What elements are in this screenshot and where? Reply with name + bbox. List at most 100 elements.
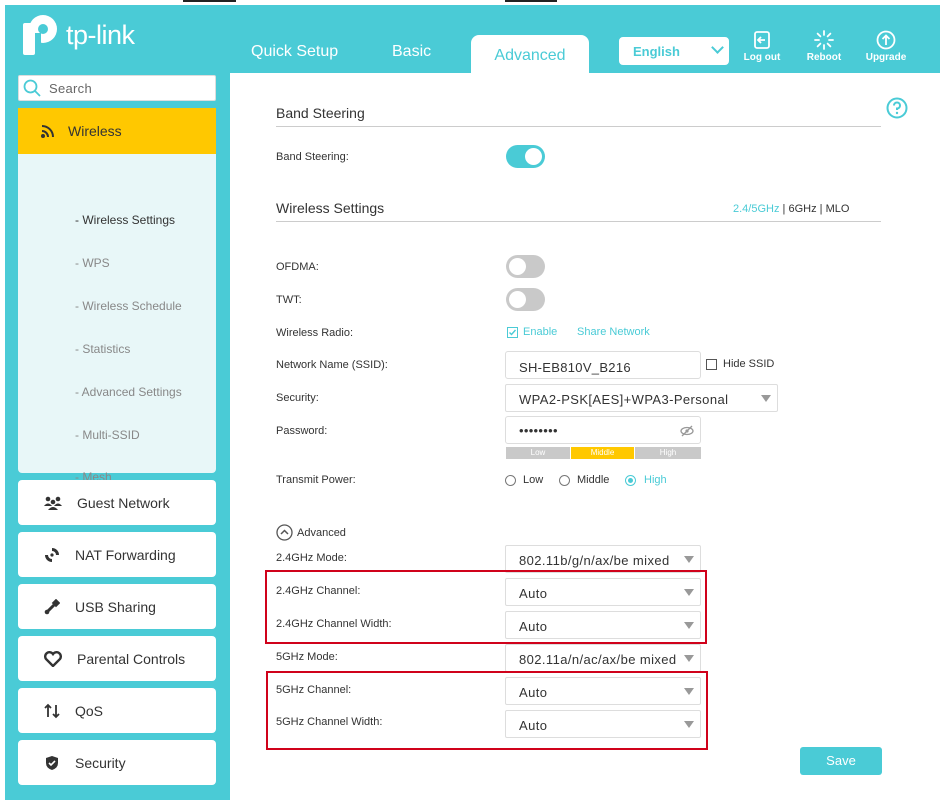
wireless-icon [41, 125, 54, 138]
mode-5-select[interactable]: 802.11a/n/ac/ax/be mixed [505, 644, 701, 672]
band-link-mlo[interactable]: MLO [826, 203, 850, 215]
mode-24-value: 802.11b/g/n/ax/be mixed [519, 553, 670, 568]
section-divider [276, 126, 881, 127]
tab-quick-setup[interactable]: Quick Setup [251, 43, 338, 61]
logout-icon [754, 31, 770, 49]
sidebar-item-security[interactable]: Security [18, 740, 216, 785]
main-content: Band Steering Band Steering: Wireless Se… [230, 73, 940, 800]
language-select[interactable]: English [619, 37, 729, 65]
security-label: Security [75, 754, 126, 771]
mode-5-value: 802.11a/n/ac/ax/be mixed [519, 652, 677, 667]
band-steering-label: Band Steering: [276, 151, 349, 163]
search-input[interactable]: Search [18, 75, 216, 101]
sidebar-item-qos[interactable]: QoS [18, 688, 216, 733]
twt-toggle[interactable] [506, 288, 545, 311]
check-icon [509, 329, 517, 336]
password-value: •••••••• [519, 423, 558, 438]
sidebar-item-guest-network[interactable]: Guest Network [18, 480, 216, 525]
guest-network-icon [44, 496, 62, 510]
guest-network-label: Guest Network [77, 494, 170, 511]
tp-link-logo: tp-link [17, 13, 135, 57]
sidebar-item-statistics[interactable]: - Statistics [75, 342, 130, 356]
band-link-6ghz[interactable]: 6GHz [788, 203, 816, 215]
power-low-label: Low [523, 474, 544, 486]
search-placeholder: Search [49, 80, 92, 96]
usb-sharing-label: USB Sharing [75, 598, 156, 615]
sidebar-item-parental-controls[interactable]: Parental Controls [18, 636, 216, 681]
enable-checkbox[interactable] [507, 327, 518, 338]
power-high-radio[interactable] [625, 475, 636, 486]
ssid-input[interactable]: SH-EB810V_B216 [505, 351, 701, 379]
section-divider [276, 221, 881, 222]
header-bar: tp-link Quick Setup Basic Advanced Engli… [5, 5, 940, 75]
band-separator: | [782, 203, 786, 215]
sidebar-item-wireless[interactable]: Wireless [18, 108, 216, 154]
sidebar-item-advanced-settings[interactable]: - Advanced Settings [75, 385, 182, 399]
help-button[interactable] [886, 97, 908, 124]
advanced-label: Advanced [297, 526, 346, 539]
band-steering-title: Band Steering [276, 105, 365, 121]
annotation-box-24ghz [265, 570, 707, 644]
sidebar-item-nat-forwarding[interactable]: NAT Forwarding [18, 532, 216, 577]
enable-label: Enable [523, 326, 558, 338]
band-link-24-5ghz[interactable]: 2.4/5GHz [733, 203, 779, 215]
toggle-knob [509, 291, 526, 308]
dropdown-arrow-icon [684, 556, 694, 563]
security-select[interactable]: WPA2-PSK[AES]+WPA3-Personal [505, 384, 778, 412]
search-icon [23, 79, 41, 97]
reboot-button[interactable]: Reboot [799, 30, 849, 63]
sidebar-item-multi-ssid[interactable]: - Multi-SSID [75, 428, 140, 442]
password-label: Password: [276, 425, 328, 437]
nat-forwarding-label: NAT Forwarding [75, 546, 176, 563]
sidebar-item-wireless-schedule[interactable]: - Wireless Schedule [75, 299, 182, 313]
power-low-radio[interactable] [505, 475, 516, 486]
wireless-radio-label: Wireless Radio: [276, 327, 354, 339]
power-middle-radio[interactable] [559, 475, 570, 486]
band-separator: | [819, 203, 823, 215]
power-middle-label: Middle [577, 474, 610, 486]
tp-link-logo-icon [23, 15, 57, 55]
toggle-knob [525, 148, 542, 165]
upgrade-button[interactable]: Upgrade [861, 30, 911, 63]
logo-text: tp-link [66, 19, 135, 50]
band-steering-toggle[interactable] [506, 145, 545, 168]
wireless-menu: Wireless - Wireless Settings - WPS - Wir… [18, 108, 216, 484]
sidebar-item-wps[interactable]: - WPS [75, 256, 110, 270]
logout-label: Log out [743, 52, 781, 63]
top-mark-left [183, 0, 236, 2]
top-mark-right [505, 0, 557, 2]
mode-24-label: 2.4GHz Mode: [276, 552, 347, 564]
hide-ssid-checkbox[interactable] [706, 359, 717, 370]
dropdown-arrow-icon [761, 395, 771, 402]
tab-advanced[interactable]: Advanced [471, 35, 589, 75]
mode-24-select[interactable]: 802.11b/g/n/ax/be mixed [505, 545, 701, 573]
twt-label: TWT: [276, 294, 302, 306]
sidebar-item-usb-sharing[interactable]: USB Sharing [18, 584, 216, 629]
upgrade-icon [876, 30, 896, 50]
reboot-icon [814, 30, 834, 50]
hide-password-icon[interactable] [680, 425, 694, 437]
security-value: WPA2-PSK[AES]+WPA3-Personal [519, 392, 729, 407]
strength-low: Low [506, 447, 570, 459]
advanced-toggle[interactable]: Advanced [276, 524, 346, 541]
usb-icon [44, 598, 60, 614]
sidebar-item-wireless-settings[interactable]: - Wireless Settings [75, 213, 175, 227]
shield-icon [46, 755, 58, 770]
ofdma-toggle[interactable] [506, 255, 545, 278]
dropdown-arrow-icon [684, 655, 694, 662]
logout-button[interactable]: Log out [737, 30, 787, 63]
toggle-knob [509, 258, 526, 275]
password-input[interactable]: •••••••• [505, 416, 701, 444]
hide-ssid-label: Hide SSID [723, 358, 775, 370]
heart-icon [44, 650, 62, 667]
chevron-up-icon [276, 524, 293, 541]
wireless-label: Wireless [68, 123, 122, 139]
tab-basic[interactable]: Basic [392, 43, 431, 61]
ssid-label: Network Name (SSID): [276, 359, 388, 371]
parental-controls-label: Parental Controls [77, 650, 186, 667]
chevron-down-icon [711, 41, 724, 54]
reboot-label: Reboot [806, 52, 842, 63]
share-network-link[interactable]: Share Network [577, 326, 650, 338]
save-button[interactable]: Save [800, 747, 882, 775]
language-value: English [633, 44, 680, 59]
